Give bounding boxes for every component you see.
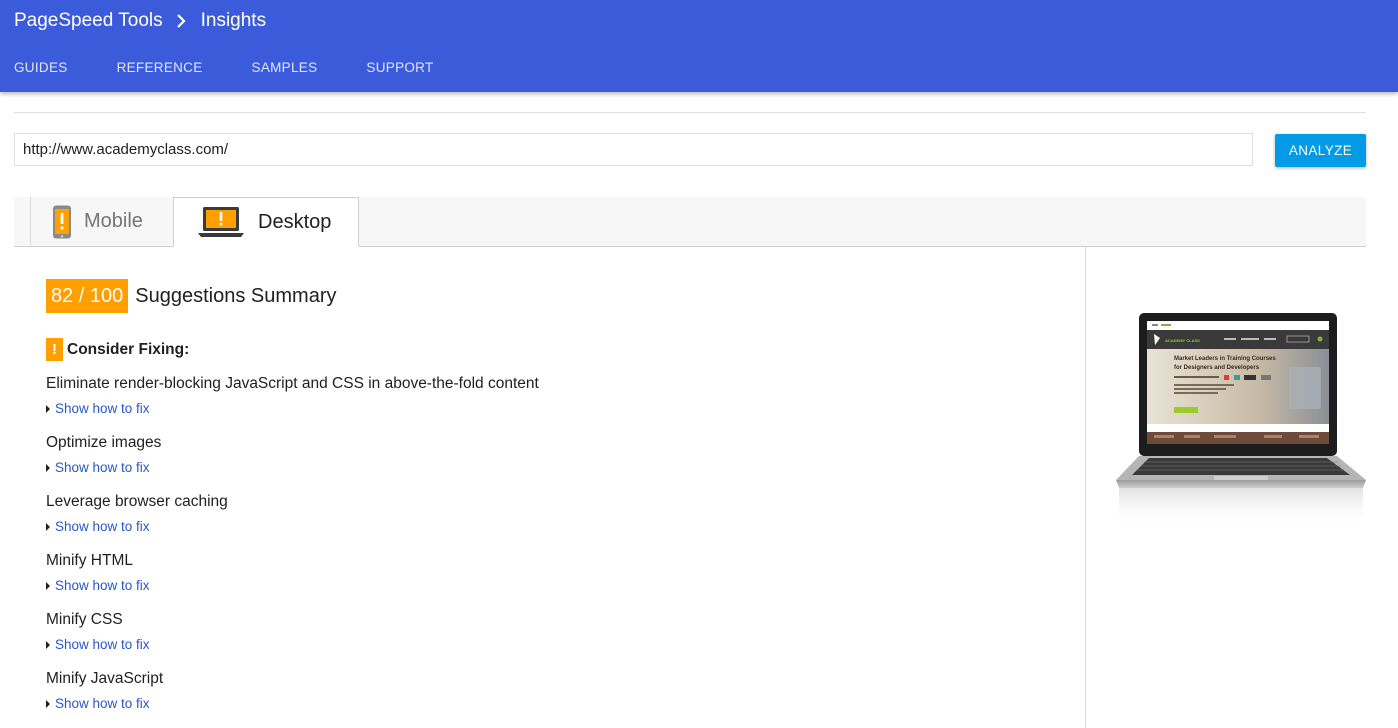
top-nav: GUIDES REFERENCE SAMPLES SUPPORT xyxy=(14,60,434,75)
chevron-right-icon xyxy=(176,14,186,28)
score-badge: 82 / 100 xyxy=(46,279,129,313)
breadcrumb-current[interactable]: Insights xyxy=(201,10,266,32)
device-tabs: Mobile Desktop xyxy=(14,197,1366,247)
preview-headline-1: Market Leaders in Training Courses xyxy=(1174,356,1276,362)
nav-samples[interactable]: SAMPLES xyxy=(252,60,318,75)
desktop-preview-image: ACADEMY CLASS Market Leaders in Training… xyxy=(1116,313,1366,528)
show-how-to-fix-link[interactable]: Show how to fix xyxy=(46,460,161,475)
rule-item: Eliminate render-blocking JavaScript and… xyxy=(46,374,539,416)
summary-title: Suggestions Summary xyxy=(135,284,337,307)
consider-fixing-header: ! Consider Fixing: xyxy=(46,338,189,361)
show-how-to-fix-text[interactable]: Show how to fix xyxy=(55,460,150,475)
show-how-to-fix-text[interactable]: Show how to fix xyxy=(55,696,150,711)
rule-title: Leverage browser caching xyxy=(46,493,228,510)
column-divider xyxy=(1085,247,1086,728)
tab-mobile[interactable]: Mobile xyxy=(30,197,173,246)
show-how-to-fix-link[interactable]: Show how to fix xyxy=(46,401,539,416)
rule-title: Eliminate render-blocking JavaScript and… xyxy=(46,375,539,392)
tab-desktop-label: Desktop xyxy=(258,210,332,233)
rule-title: Minify CSS xyxy=(46,611,123,628)
show-how-to-fix-link[interactable]: Show how to fix xyxy=(46,519,228,534)
url-input[interactable] xyxy=(14,133,1253,166)
show-how-to-fix-link[interactable]: Show how to fix xyxy=(46,637,150,652)
rule-item: Minify JavaScript Show how to fix xyxy=(46,669,163,711)
rule-title: Minify HTML xyxy=(46,552,133,569)
nav-guides[interactable]: GUIDES xyxy=(14,60,68,75)
warning-icon: ! xyxy=(46,338,63,361)
preview-headline-2: for Designers and Developers xyxy=(1174,365,1260,371)
show-how-to-fix-link[interactable]: Show how to fix xyxy=(46,578,150,593)
analyze-button[interactable]: ANALYZE xyxy=(1275,134,1366,167)
show-how-to-fix-text[interactable]: Show how to fix xyxy=(55,519,150,534)
breadcrumb-root[interactable]: PageSpeed Tools xyxy=(14,10,163,32)
tab-mobile-label: Mobile xyxy=(84,210,143,232)
rule-item: Leverage browser caching Show how to fix xyxy=(46,492,228,534)
rule-title: Minify JavaScript xyxy=(46,670,164,687)
caret-right-icon xyxy=(46,699,50,708)
rule-title: Optimize images xyxy=(46,434,162,451)
rule-item: Optimize images Show how to fix xyxy=(46,433,161,475)
caret-right-icon xyxy=(46,522,50,531)
consider-fixing-title: Consider Fixing: xyxy=(67,340,190,358)
preview-site-name: ACADEMY CLASS xyxy=(1165,338,1200,343)
tab-desktop[interactable]: Desktop xyxy=(173,197,359,247)
suggestions-summary: 82 / 100 Suggestions Summary xyxy=(46,279,337,313)
caret-right-icon xyxy=(46,404,50,413)
rule-item: Minify HTML Show how to fix xyxy=(46,551,150,593)
separator xyxy=(14,112,1366,113)
top-app-bar: PageSpeed Tools Insights GUIDES REFERENC… xyxy=(0,0,1398,92)
caret-right-icon xyxy=(46,581,50,590)
nav-reference[interactable]: REFERENCE xyxy=(117,60,203,75)
nav-support[interactable]: SUPPORT xyxy=(366,60,433,75)
phone-warning-icon xyxy=(53,205,71,238)
breadcrumb: PageSpeed Tools Insights xyxy=(14,9,266,33)
rule-item: Minify CSS Show how to fix xyxy=(46,610,150,652)
caret-right-icon xyxy=(46,463,50,472)
show-how-to-fix-text[interactable]: Show how to fix xyxy=(55,401,150,416)
show-how-to-fix-text[interactable]: Show how to fix xyxy=(55,578,150,593)
caret-right-icon xyxy=(46,640,50,649)
laptop-warning-icon xyxy=(198,207,244,237)
show-how-to-fix-link[interactable]: Show how to fix xyxy=(46,696,163,711)
show-how-to-fix-text[interactable]: Show how to fix xyxy=(55,637,150,652)
